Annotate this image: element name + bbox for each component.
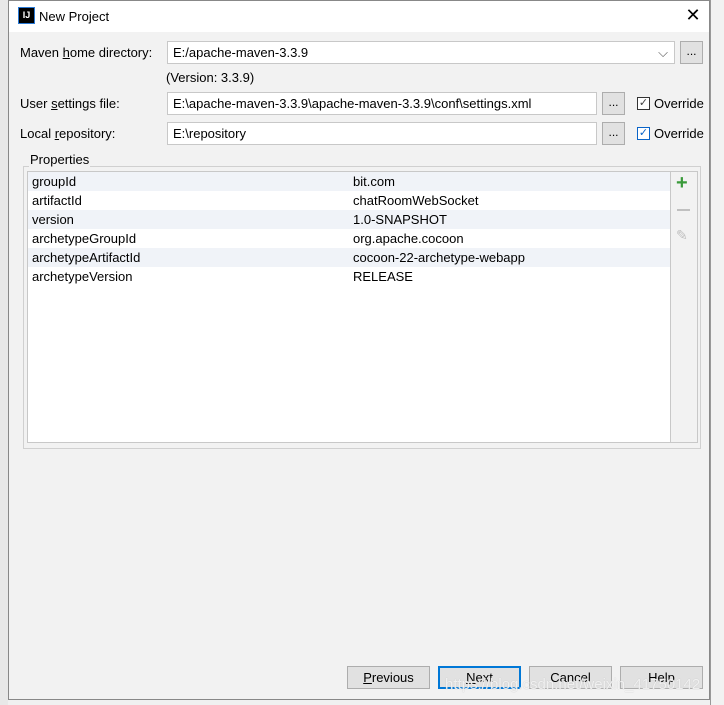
intellij-logo-icon: IJ	[18, 7, 35, 24]
property-key: artifactId	[32, 193, 82, 208]
property-value: 1.0-SNAPSHOT	[353, 212, 447, 227]
table-row[interactable]: archetypeVersion RELEASE	[28, 267, 670, 286]
edit-icon[interactable]: ✎	[676, 227, 688, 244]
local-repo-input[interactable]: E:\repository	[167, 122, 597, 145]
dialog-title: New Project	[39, 9, 110, 24]
property-value: bit.com	[353, 174, 395, 189]
table-row[interactable]: groupId bit.com	[28, 172, 670, 191]
user-settings-override-label: Override	[654, 96, 704, 111]
remove-icon[interactable]	[677, 209, 690, 211]
property-value: cocoon-22-archetype-webapp	[353, 250, 525, 265]
table-row[interactable]: archetypeArtifactId cocoon-22-archetype-w…	[28, 248, 670, 267]
table-row[interactable]: artifactId chatRoomWebSocket	[28, 191, 670, 210]
user-settings-label: User settings file:	[20, 96, 120, 111]
watermark: https://blog.csdn.net/weixin_41750142	[445, 676, 701, 693]
background-ide-right	[710, 0, 724, 705]
chevron-down-icon[interactable]: ⌵	[658, 42, 668, 63]
properties-toolbar: + ✎	[671, 171, 698, 443]
add-icon[interactable]: +	[676, 172, 688, 195]
property-key: archetypeVersion	[32, 269, 133, 284]
properties-label: Properties	[29, 152, 91, 167]
local-repo-override-checkbox[interactable]: ✓	[637, 127, 650, 140]
property-key: groupId	[32, 174, 77, 189]
previous-button[interactable]: Previous	[347, 666, 430, 689]
local-repo-label: Local repository:	[20, 126, 116, 141]
property-key: version	[32, 212, 74, 227]
maven-home-combobox[interactable]: E:/apache-maven-3.3.9 ⌵	[167, 41, 675, 64]
maven-home-label: Maven home directory:	[20, 45, 153, 60]
new-project-dialog: IJ New Project ✕ Maven home directory: E…	[8, 0, 710, 700]
background-ide	[0, 0, 8, 705]
close-icon[interactable]: ✕	[683, 5, 703, 26]
property-value: chatRoomWebSocket	[353, 193, 479, 208]
maven-version: (Version: 3.3.9)	[166, 70, 255, 85]
local-repo-browse-button[interactable]: ...	[602, 122, 625, 145]
maven-home-value: E:/apache-maven-3.3.9	[173, 45, 309, 60]
property-value: RELEASE	[353, 269, 413, 284]
property-value: org.apache.cocoon	[353, 231, 464, 246]
maven-home-browse-button[interactable]: ...	[680, 41, 703, 64]
property-key: archetypeGroupId	[32, 231, 137, 246]
title-bar: IJ New Project ✕	[9, 1, 709, 32]
table-row[interactable]: archetypeGroupId org.apache.cocoon	[28, 229, 670, 248]
user-settings-input[interactable]: E:\apache-maven-3.3.9\apache-maven-3.3.9…	[167, 92, 597, 115]
table-row[interactable]: version 1.0-SNAPSHOT	[28, 210, 670, 229]
properties-table[interactable]: groupId bit.com artifactId chatRoomWebSock…	[27, 171, 671, 443]
property-key: archetypeArtifactId	[32, 250, 141, 265]
local-repo-override-label: Override	[654, 126, 704, 141]
user-settings-override-checkbox[interactable]: ✓	[637, 97, 650, 110]
user-settings-browse-button[interactable]: ...	[602, 92, 625, 115]
